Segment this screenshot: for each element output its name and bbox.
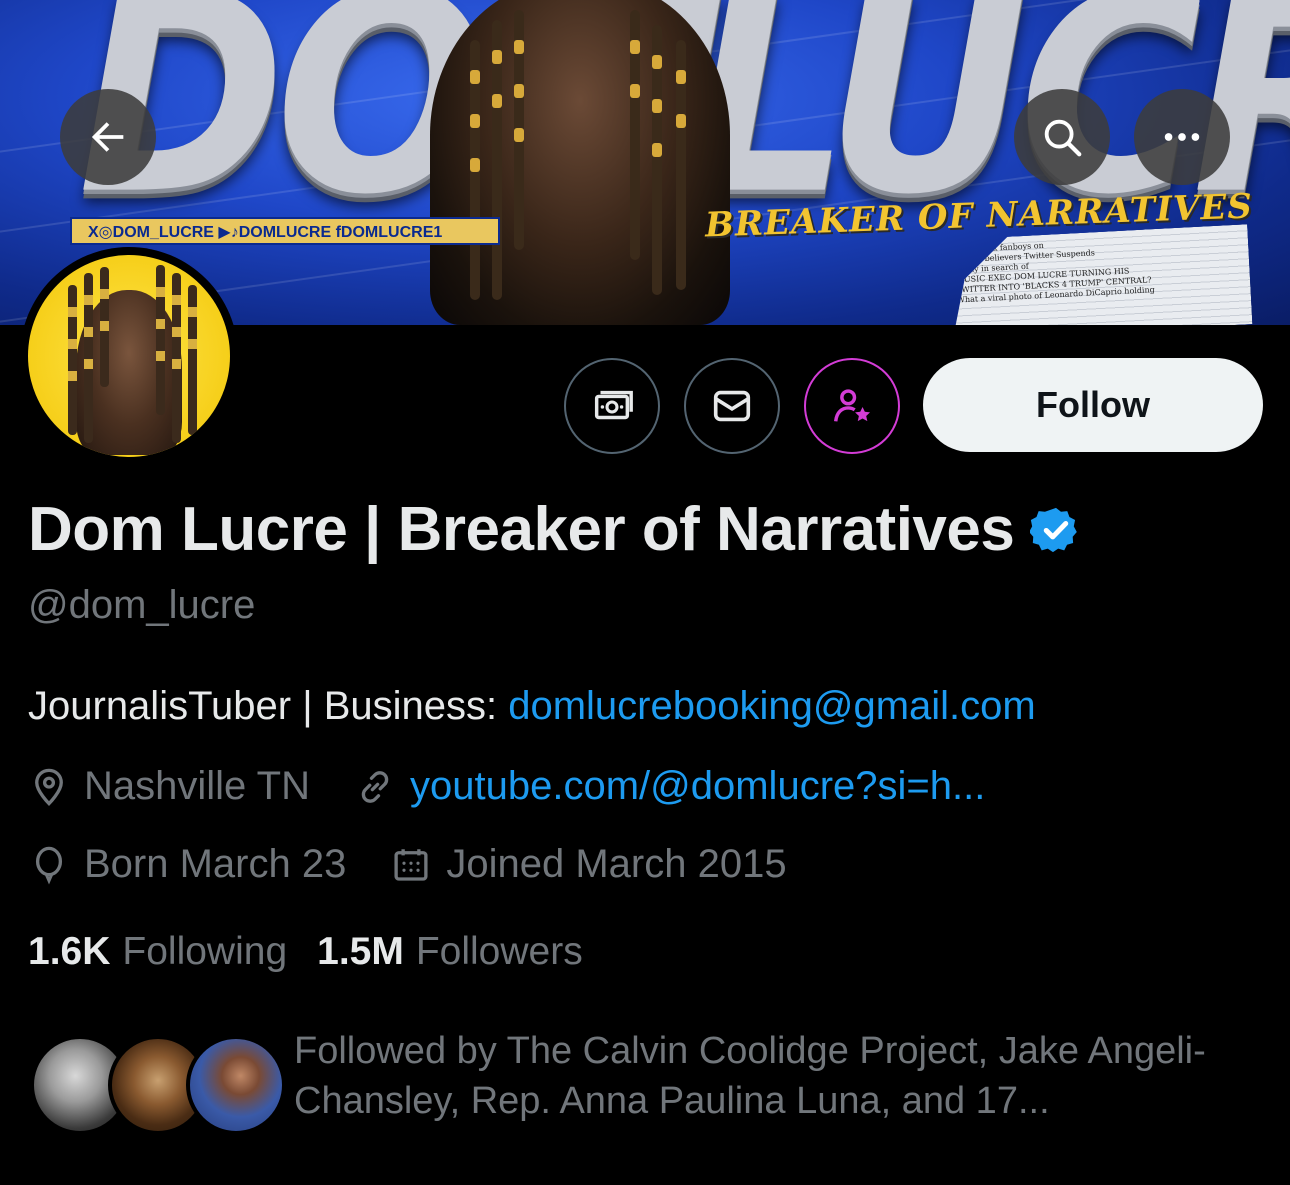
more-button[interactable] <box>1134 89 1230 185</box>
link-icon <box>361 770 389 803</box>
banner-portrait <box>430 0 730 325</box>
follow-button[interactable]: Follow <box>923 358 1263 452</box>
following-count: 1.6K <box>28 930 111 973</box>
location-text: Nashville TN <box>84 764 310 808</box>
bio-text: JournalisTuber | Business: <box>28 684 509 728</box>
joined-item: Joined March 2015 <box>390 842 787 887</box>
search-icon <box>1044 119 1082 157</box>
mutual-follower-avatar[interactable] <box>186 1035 286 1135</box>
envelope-icon <box>713 390 751 422</box>
profile-meta-row: Born March 23 Joined March 2015 <box>28 842 831 887</box>
bio-email-link[interactable]: domlucrebooking@gmail.com <box>508 684 1036 728</box>
balloon-icon <box>35 846 63 885</box>
following-stat[interactable]: 1.6K Following <box>28 930 287 974</box>
profile-handle: @dom_lucre <box>28 583 256 627</box>
followed-by-text[interactable]: Followed by The Calvin Coolidge Project,… <box>294 1026 1274 1126</box>
arrow-left-icon <box>91 122 124 152</box>
back-button[interactable] <box>60 89 156 185</box>
profile-stats: 1.6K Following 1.5M Followers <box>28 930 613 974</box>
website-item[interactable]: youtube.com/@domlucre?si=h... <box>354 764 985 809</box>
verified-badge-icon[interactable] <box>1030 504 1082 556</box>
profile-name-row: Dom Lucre | Breaker of Narratives <box>28 494 1082 565</box>
profile-name: Dom Lucre | Breaker of Narratives <box>28 495 1015 564</box>
money-icon <box>594 390 633 420</box>
joined-text: Joined March 2015 <box>446 842 787 886</box>
birthday-item: Born March 23 <box>28 842 346 887</box>
avatar-image <box>28 255 230 457</box>
subscribe-button[interactable] <box>804 358 900 454</box>
calendar-icon <box>394 848 428 881</box>
followers-label: Followers <box>415 930 583 973</box>
location-item: Nashville TN <box>28 764 310 809</box>
profile-bio: JournalisTuber | Business: domlucrebooki… <box>28 684 1036 729</box>
following-label: Following <box>122 930 288 973</box>
website-link[interactable]: youtube.com/@domlucre?si=h... <box>410 764 985 809</box>
banner-socials: X◎DOM_LUCRE ▶♪DOMLUCRE fDOMLUCRE1 <box>70 217 500 245</box>
followers-count: 1.5M <box>317 930 404 973</box>
tip-button[interactable] <box>564 358 660 454</box>
birthday-text: Born March 23 <box>84 842 347 886</box>
search-button[interactable] <box>1014 89 1110 185</box>
followers-stat[interactable]: 1.5M Followers <box>317 930 583 974</box>
location-pin-icon <box>35 768 63 806</box>
person-star-icon <box>833 389 871 422</box>
message-button[interactable] <box>684 358 780 454</box>
profile-avatar[interactable] <box>20 247 238 465</box>
profile-meta-row: Nashville TN youtube.com/@domlucre?si=h.… <box>28 764 1029 809</box>
more-icon <box>1164 133 1200 141</box>
